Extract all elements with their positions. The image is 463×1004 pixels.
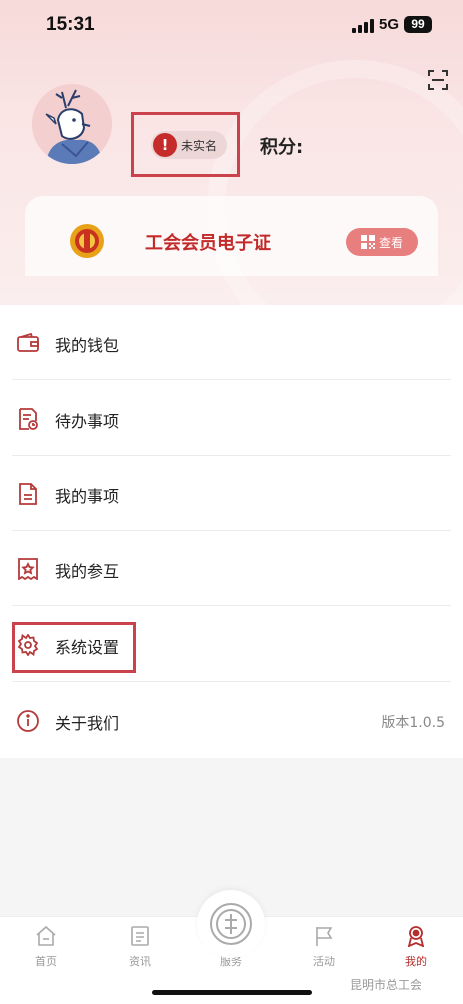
menu-list: 我的钱包 待办事项 我的事项 我的参互 系统设置 关于我们 版本1.0.5	[0, 305, 463, 758]
news-icon	[131, 926, 149, 946]
member-card-title: 工会会员电子证	[145, 233, 271, 254]
avatar[interactable]	[32, 84, 112, 164]
home-icon	[36, 925, 56, 946]
tab-profile[interactable]: 我的	[386, 925, 446, 969]
battery-icon: 99	[404, 16, 432, 33]
qr-code-icon	[360, 235, 375, 249]
menu-item-participation[interactable]: 我的参互	[0, 531, 463, 606]
deer-avatar-icon	[32, 84, 112, 164]
menu-item-my-matters[interactable]: 我的事项	[0, 456, 463, 531]
tab-news[interactable]: 资讯	[110, 925, 170, 969]
info-icon	[17, 710, 39, 732]
realname-status-badge[interactable]: ! 未实名	[151, 131, 227, 159]
watermark: 昆明市总工会	[350, 978, 423, 992]
status-bar: 15:31 5G 99	[0, 0, 463, 50]
wallet-icon	[17, 332, 39, 352]
menu-item-label: 我的参互	[55, 562, 120, 581]
alert-icon: !	[153, 133, 177, 157]
network-label: 5G	[379, 16, 400, 33]
flag-icon	[316, 927, 333, 946]
settings-highlight-box	[12, 622, 136, 673]
menu-item-todo[interactable]: 待办事项	[0, 381, 463, 456]
tab-home[interactable]: 首页	[16, 925, 76, 969]
divider	[12, 681, 451, 682]
divider	[12, 605, 451, 606]
signal-icon	[352, 19, 374, 33]
menu-item-label: 待办事项	[55, 412, 120, 431]
tab-label: 活动	[313, 955, 335, 968]
menu-item-about[interactable]: 关于我们 版本1.0.5	[0, 683, 463, 758]
menu-item-label: 我的钱包	[55, 336, 120, 355]
tab-label: 首页	[35, 955, 57, 968]
view-card-button[interactable]: 查看	[346, 228, 418, 256]
divider	[12, 379, 451, 380]
status-time: 15:31	[46, 14, 95, 35]
scan-icon[interactable]	[428, 70, 448, 90]
points-label: 积分:	[260, 137, 304, 158]
view-card-button-label: 查看	[378, 235, 403, 250]
profile-icon	[407, 926, 425, 947]
service-icon[interactable]	[209, 902, 253, 946]
menu-item-label: 我的事项	[55, 487, 120, 506]
document-icon	[19, 483, 37, 505]
todo-icon	[19, 408, 38, 430]
tab-activity[interactable]: 活动	[294, 925, 354, 969]
realname-status-text: 未实名	[181, 138, 218, 153]
star-badge-icon	[18, 558, 38, 580]
menu-item-wallet[interactable]: 我的钱包	[0, 305, 463, 380]
version-label: 版本1.0.5	[381, 715, 445, 731]
tab-label: 资讯	[129, 955, 151, 968]
union-logo-icon	[70, 224, 104, 258]
member-card[interactable]: 工会会员电子证 查看	[25, 196, 438, 276]
home-indicator	[152, 990, 312, 995]
menu-item-label: 关于我们	[55, 714, 120, 733]
tab-label: 我的	[405, 955, 427, 968]
